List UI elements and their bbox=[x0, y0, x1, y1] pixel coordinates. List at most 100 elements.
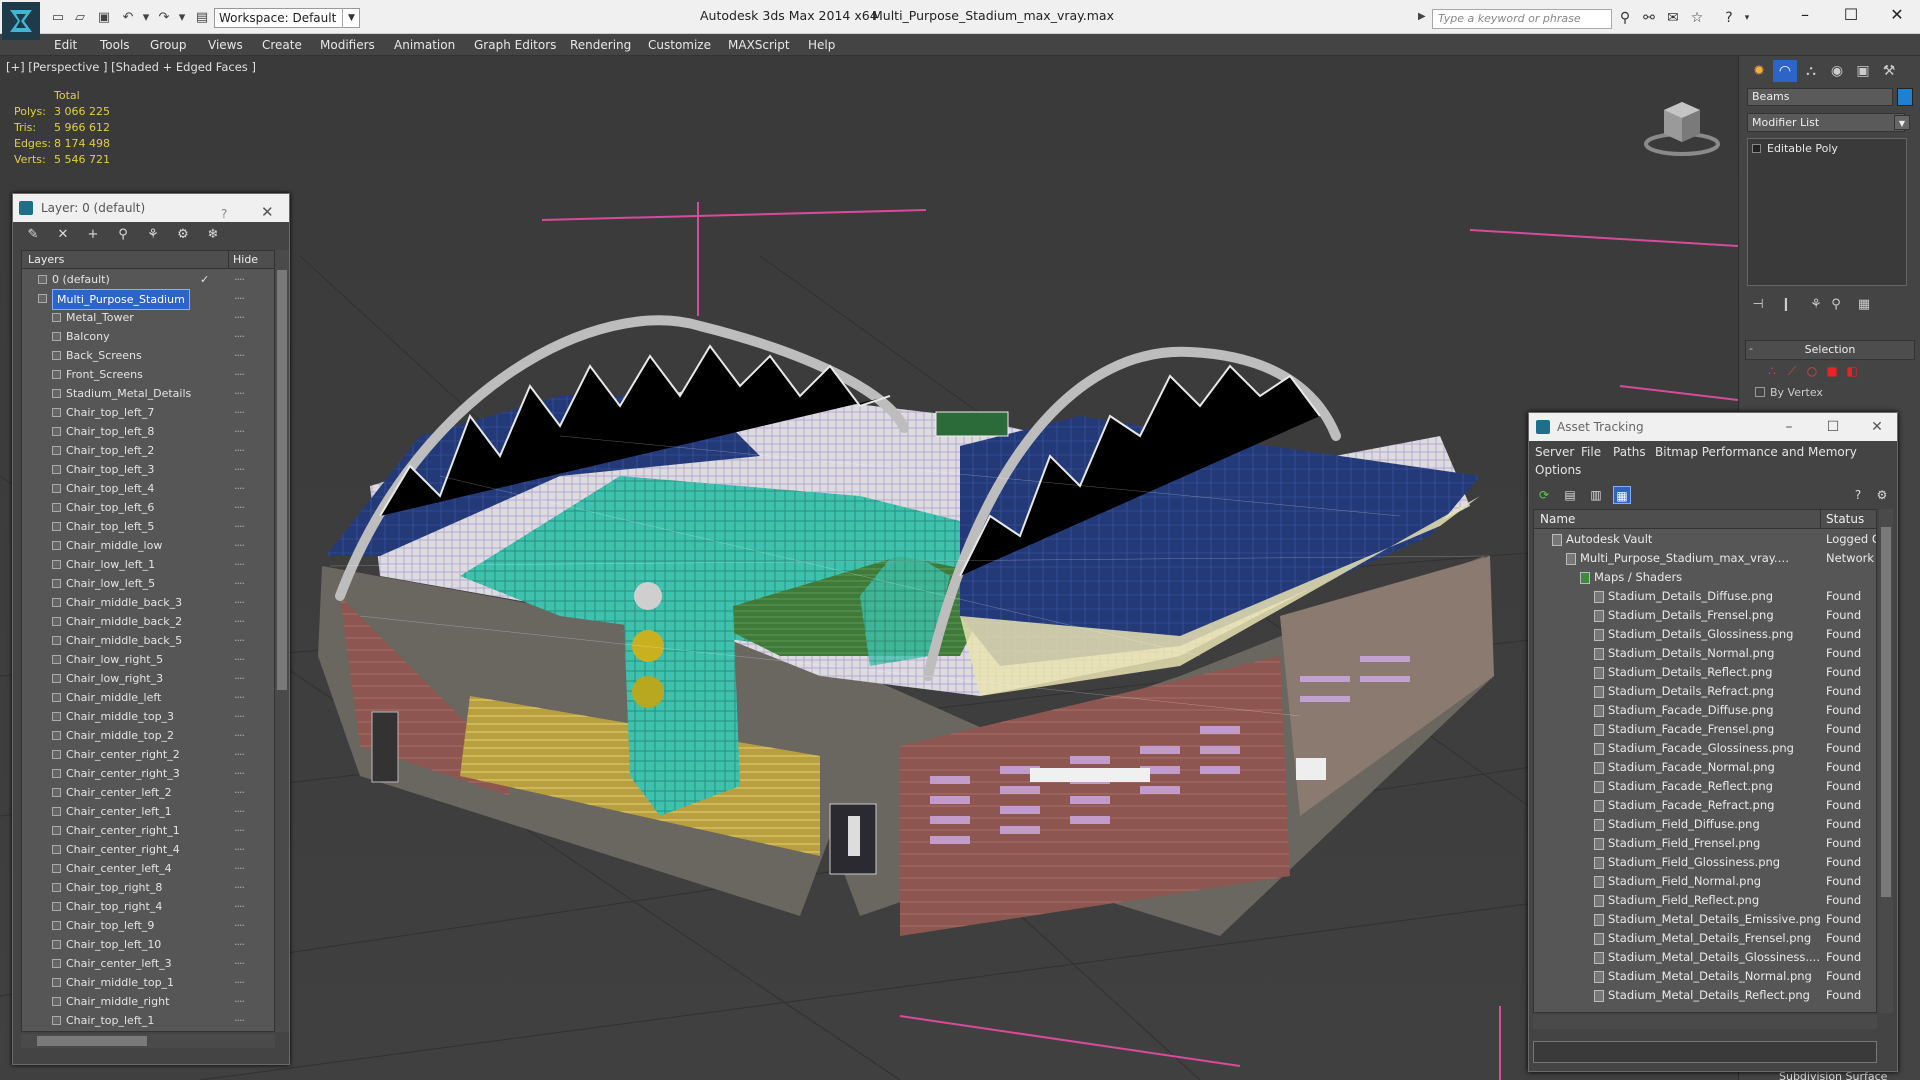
asset-window-title-bar[interactable]: Asset Tracking – ☐ ✕ bbox=[1529, 413, 1897, 441]
layer-row[interactable]: Chair_top_left_8 ···· bbox=[22, 422, 258, 441]
layer-row[interactable]: Chair_center_left_2 ···· bbox=[22, 783, 258, 802]
table-view-icon[interactable]: ▦ bbox=[1613, 486, 1631, 504]
hide-toggle-icon[interactable]: ···· bbox=[234, 593, 245, 612]
layer-row[interactable]: Chair_top_left_10 ···· bbox=[22, 935, 258, 954]
menu-rendering[interactable]: Rendering bbox=[570, 34, 631, 56]
stack-item-editable-poly[interactable]: Editable Poly bbox=[1752, 142, 1838, 155]
object-color-swatch[interactable] bbox=[1897, 88, 1913, 106]
asset-row[interactable]: Autodesk Vault Logged O bbox=[1534, 530, 1876, 549]
layer-scroll-thumb[interactable] bbox=[277, 270, 287, 690]
asset-settings-icon[interactable]: ⚙ bbox=[1873, 486, 1891, 504]
asset-row[interactable]: Stadium_Details_Frensel.png Found bbox=[1534, 606, 1876, 625]
layer-row[interactable]: Chair_top_left_1 ···· bbox=[22, 1011, 258, 1030]
asset-row[interactable]: Stadium_Field_Glossiness.png Found bbox=[1534, 853, 1876, 872]
layer-row[interactable]: Chair_top_left_3 ···· bbox=[22, 460, 258, 479]
hide-toggle-icon[interactable]: ···· bbox=[234, 365, 245, 384]
layer-row[interactable]: Metal_Tower ···· bbox=[22, 308, 258, 327]
create-layer-icon[interactable]: ✎ bbox=[23, 226, 43, 244]
hide-toggle-icon[interactable]: ···· bbox=[234, 403, 245, 422]
viewcube-icon[interactable] bbox=[1640, 90, 1724, 162]
hide-toggle-icon[interactable]: ···· bbox=[234, 764, 245, 783]
pin-stack-icon[interactable]: ⊣ bbox=[1749, 296, 1767, 314]
hide-toggle-icon[interactable]: ···· bbox=[234, 707, 245, 726]
asset-row[interactable]: Stadium_Details_Refract.png Found bbox=[1534, 682, 1876, 701]
hide-toggle-icon[interactable]: ···· bbox=[234, 954, 245, 973]
asset-menu-file[interactable]: File bbox=[1581, 445, 1601, 459]
asset-row[interactable]: Stadium_Metal_Details_Glossiness.... Foun… bbox=[1534, 948, 1876, 967]
asset-row[interactable]: Stadium_Facade_Diffuse.png Found bbox=[1534, 701, 1876, 720]
layer-row[interactable]: Chair_middle_right ···· bbox=[22, 992, 258, 1011]
status-column-header[interactable]: Status bbox=[1820, 510, 1876, 529]
layer-row[interactable]: Chair_middle_back_3 ···· bbox=[22, 593, 258, 612]
hide-toggle-icon[interactable]: ···· bbox=[234, 555, 245, 574]
hide-toggle-icon[interactable]: ···· bbox=[234, 992, 245, 1011]
new-file-icon[interactable]: ▭ bbox=[50, 10, 66, 25]
hide-toggle-icon[interactable]: ···· bbox=[234, 631, 245, 650]
rollout-collapse-icon[interactable]: - bbox=[1749, 342, 1753, 355]
layer-row[interactable]: Chair_low_right_5 ···· bbox=[22, 650, 258, 669]
create-tab-icon[interactable]: ✹ bbox=[1747, 60, 1771, 82]
asset-row[interactable]: Maps / Shaders bbox=[1534, 568, 1876, 587]
layer-row[interactable]: Front_Screens ···· bbox=[22, 365, 258, 384]
open-file-icon[interactable]: ▱ bbox=[72, 10, 88, 25]
hierarchy-tab-icon[interactable]: ⛬ bbox=[1799, 60, 1823, 82]
hide-toggle-icon[interactable]: ···· bbox=[234, 479, 245, 498]
layer-window-title-bar[interactable]: Layer: 0 (default) ? ✕ bbox=[13, 194, 289, 222]
menu-views[interactable]: Views bbox=[208, 34, 243, 56]
configure-modifier-sets-icon[interactable]: ▦ bbox=[1855, 296, 1873, 314]
highlight-layer-icon[interactable]: ⚘ bbox=[143, 226, 163, 244]
menu-tools[interactable]: Tools bbox=[100, 34, 130, 56]
binoculars-icon[interactable]: ⚲ bbox=[1616, 10, 1634, 26]
asset-row[interactable]: Multi_Purpose_Stadium_max_vray.max Networ… bbox=[1534, 549, 1876, 568]
asset-menu-options[interactable]: Options bbox=[1535, 463, 1581, 477]
asset-close-button[interactable]: ✕ bbox=[1863, 415, 1891, 439]
freeze-unfreeze-all-icon[interactable]: ❄ bbox=[203, 226, 223, 244]
vertex-mode-icon[interactable]: ∴ bbox=[1765, 364, 1779, 378]
hide-toggle-icon[interactable]: ···· bbox=[234, 536, 245, 555]
asset-menu-bitmap-performance[interactable]: Bitmap Performance and Memory bbox=[1655, 445, 1857, 459]
asset-vertical-scrollbar[interactable] bbox=[1879, 509, 1893, 1013]
element-mode-icon[interactable]: ◧ bbox=[1845, 364, 1859, 378]
asset-row[interactable]: Stadium_Facade_Reflect.png Found bbox=[1534, 777, 1876, 796]
close-button[interactable]: ✕ bbox=[1882, 4, 1912, 26]
undo-dropdown-icon[interactable]: ▾ bbox=[138, 10, 154, 25]
detail-view-icon[interactable]: ▥ bbox=[1587, 486, 1605, 504]
hide-toggle-icon[interactable]: ···· bbox=[234, 498, 245, 517]
border-mode-icon[interactable]: ○ bbox=[1805, 364, 1819, 378]
redo-dropdown-icon[interactable]: ▾ bbox=[174, 10, 190, 25]
hide-toggle-icon[interactable]: ···· bbox=[234, 935, 245, 954]
project-folder-icon[interactable]: ▤ bbox=[194, 10, 210, 25]
search-expand-icon[interactable]: ▶ bbox=[1418, 11, 1426, 22]
layer-row[interactable]: Balcony ···· bbox=[22, 327, 258, 346]
edge-mode-icon[interactable]: ⟋ bbox=[1785, 364, 1799, 378]
name-column-header[interactable]: Name bbox=[1540, 510, 1575, 529]
hide-toggle-icon[interactable]: ···· bbox=[234, 821, 245, 840]
asset-row[interactable]: Stadium_Details_Glossiness.png Found bbox=[1534, 625, 1876, 644]
layer-row[interactable]: Multi_Purpose_Stadium ···· bbox=[22, 289, 258, 310]
hide-toggle-icon[interactable]: ···· bbox=[234, 859, 245, 878]
hide-column-header[interactable]: Hide bbox=[228, 251, 258, 269]
hide-toggle-icon[interactable]: ···· bbox=[234, 783, 245, 802]
asset-horizontal-scrollbar[interactable] bbox=[1533, 1015, 1877, 1029]
hide-toggle-icon[interactable]: ···· bbox=[234, 878, 245, 897]
asset-row[interactable]: Stadium_Field_Diffuse.png Found bbox=[1534, 815, 1876, 834]
asset-row[interactable]: Stadium_Facade_Glossiness.png Found bbox=[1534, 739, 1876, 758]
app-logo-icon[interactable] bbox=[2, 2, 40, 40]
layer-row[interactable]: 0 (default) ···· ✓ bbox=[22, 270, 258, 289]
menu-help[interactable]: Help bbox=[808, 34, 835, 56]
communication-icon[interactable]: ✉ bbox=[1664, 10, 1682, 26]
layer-horizontal-scrollbar[interactable] bbox=[21, 1034, 275, 1048]
layer-row[interactable]: Chair_middle_top_3 ···· bbox=[22, 707, 258, 726]
layer-row[interactable]: Chair_top_left_2 ···· bbox=[22, 441, 258, 460]
hide-toggle-icon[interactable]: ···· bbox=[234, 612, 245, 631]
menu-edit[interactable]: Edit bbox=[54, 34, 77, 56]
layer-row[interactable]: Chair_middle_back_2 ···· bbox=[22, 612, 258, 631]
asset-row[interactable]: Stadium_Details_Normal.png Found bbox=[1534, 644, 1876, 663]
asset-row[interactable]: Stadium_Facade_Normal.png Found bbox=[1534, 758, 1876, 777]
layer-row[interactable]: Chair_top_left_6 ···· bbox=[22, 498, 258, 517]
show-end-result-icon[interactable]: ❙ bbox=[1777, 296, 1795, 314]
layer-vertical-scrollbar[interactable] bbox=[275, 250, 289, 1032]
asset-scroll-thumb[interactable] bbox=[1881, 527, 1891, 897]
layer-row[interactable]: Chair_top_right_4 ···· bbox=[22, 897, 258, 916]
layer-row[interactable]: Chair_top_left_9 ···· bbox=[22, 916, 258, 935]
